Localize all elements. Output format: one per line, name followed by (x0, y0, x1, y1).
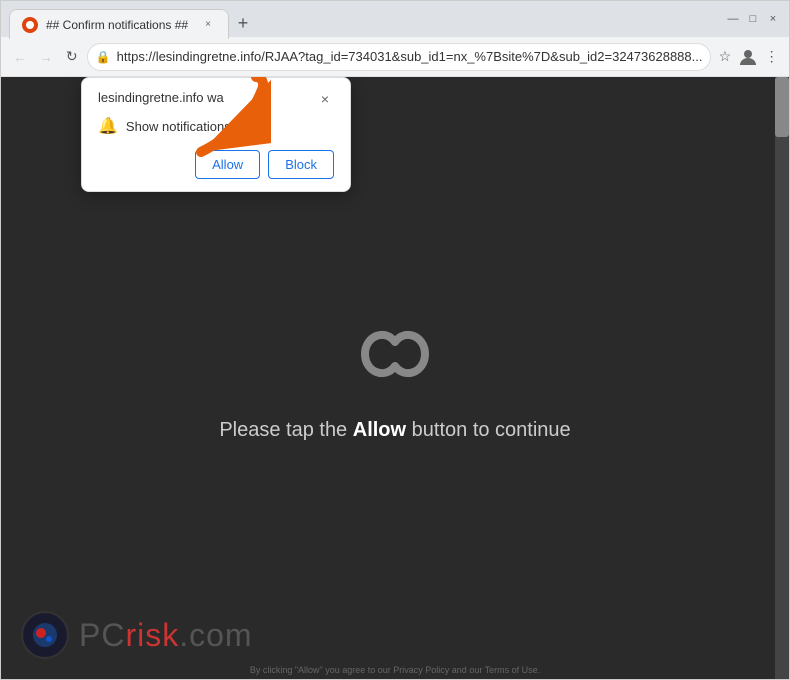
back-button[interactable]: ← (9, 43, 31, 71)
notification-label: Show notifications (126, 119, 231, 134)
popup-notification-row: 🔔 Show notifications (98, 116, 334, 136)
watermark: PCrisk.com (21, 611, 253, 659)
lock-icon: 🔒 (96, 50, 111, 64)
disclaimer: By clicking "Allow" you agree to our Pri… (1, 665, 789, 675)
page-message: Please tap the Allow button to continue (219, 419, 570, 442)
address-bar: ← → ↻ 🔒 https://lesindingretne.info/RJAA… (1, 37, 789, 77)
popup-site-text: lesindingretne.info wa (98, 90, 224, 105)
tab-close-button[interactable]: × (200, 17, 216, 33)
url-text: https://lesindingretne.info/RJAA?tag_id=… (117, 49, 703, 64)
new-tab-button[interactable]: + (229, 9, 257, 37)
window-controls: — □ × (725, 11, 781, 27)
browser-window: ## Confirm notifications ## × + — □ × ← … (0, 0, 790, 680)
browser-tab[interactable]: ## Confirm notifications ## × (9, 9, 229, 39)
notification-popup: lesindingretne.info wa × 🔔 Show notifica… (81, 77, 351, 192)
scrollbar-thumb[interactable] (775, 77, 789, 137)
refresh-button[interactable]: ↻ (61, 43, 83, 71)
account-icon[interactable] (738, 45, 758, 69)
tab-favicon (22, 17, 38, 33)
popup-buttons: Allow Block (98, 150, 334, 179)
menu-icon[interactable]: ⋮ (762, 45, 781, 69)
block-button[interactable]: Block (268, 150, 334, 179)
close-button[interactable]: × (765, 11, 781, 27)
watermark-text: PCrisk.com (79, 617, 253, 654)
title-bar: ## Confirm notifications ## × + — □ × (1, 1, 789, 37)
browser-content: Please tap the Allow button to continue … (1, 77, 789, 679)
popup-header: lesindingretne.info wa × (98, 90, 334, 108)
tab-strip: ## Confirm notifications ## × + (9, 1, 717, 37)
minimize-button[interactable]: — (725, 11, 741, 27)
bell-icon: 🔔 (98, 116, 118, 136)
bookmark-icon[interactable]: ☆ (715, 45, 734, 69)
forward-button[interactable]: → (35, 43, 57, 71)
url-bar[interactable]: 🔒 https://lesindingretne.info/RJAA?tag_i… (87, 43, 712, 71)
tab-title: ## Confirm notifications ## (46, 18, 192, 32)
watermark-icon (21, 611, 69, 659)
popup-close-button[interactable]: × (316, 90, 334, 108)
logo-container (335, 314, 455, 399)
allow-button[interactable]: Allow (195, 150, 260, 179)
scrollbar[interactable] (775, 77, 789, 679)
maximize-button[interactable]: □ (745, 11, 761, 27)
